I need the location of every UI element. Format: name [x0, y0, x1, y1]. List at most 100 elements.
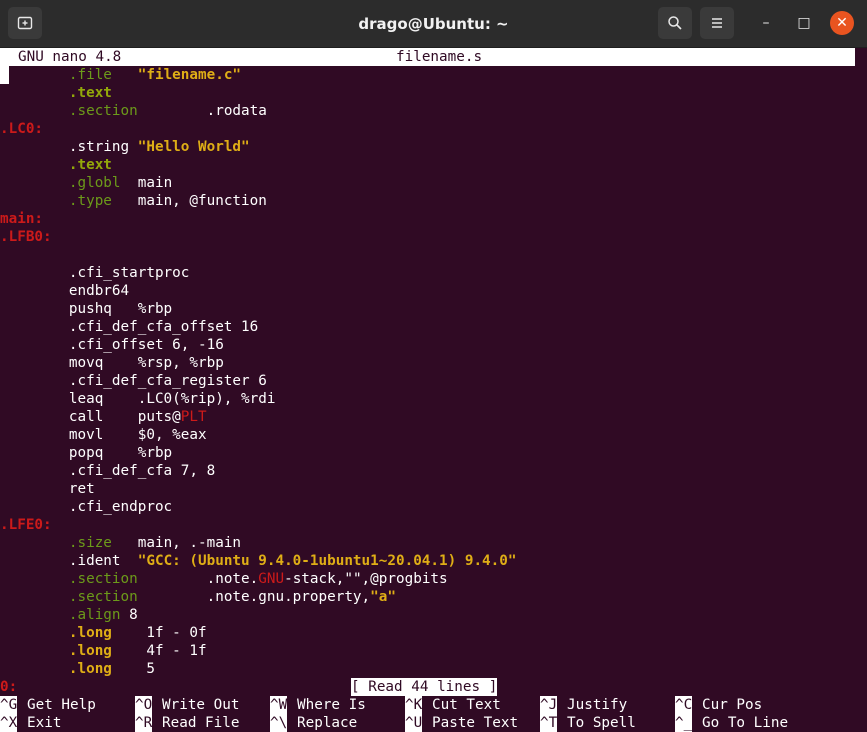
- shortcut-key: ^X: [0, 714, 18, 732]
- code-line: movl $0, %eax: [0, 426, 207, 444]
- code-token: call puts@: [68, 409, 181, 425]
- code-line: .string "Hello World": [0, 138, 250, 156]
- code-line: .long 4f - 1f: [0, 642, 207, 660]
- code-token: .type: [68, 193, 112, 209]
- shortcut-label: Where Is: [297, 697, 366, 713]
- shortcut-label: Get Help: [27, 697, 96, 713]
- code-line: .text: [0, 84, 112, 102]
- code-line: leaq .LC0(%rip), %rdi: [0, 390, 276, 408]
- code-line: movq %rsp, %rbp: [0, 354, 224, 372]
- shortcut-key: ^J: [540, 696, 558, 714]
- code-line: .section .note.gnu.property,"a": [0, 588, 396, 606]
- code-token: .note.: [137, 571, 259, 587]
- code-token: main: [120, 175, 173, 191]
- nano-filename: filename.s: [396, 49, 483, 65]
- shortcut-key: ^R: [135, 714, 153, 732]
- shortcut-label: Justify: [567, 697, 628, 713]
- shortcut-label: Go To Line: [702, 715, 789, 731]
- code-token: .cfi_startproc: [68, 265, 190, 281]
- shortcut-label: Write Out: [162, 697, 240, 713]
- minimize-button[interactable]: –: [754, 11, 778, 35]
- code-line: pushq %rbp: [0, 300, 172, 318]
- code-token: .long: [68, 661, 112, 677]
- code-line: .globl main: [0, 174, 172, 192]
- shortcut-label: Cut Text: [432, 697, 501, 713]
- code-token: main:: [0, 211, 44, 227]
- search-icon: [668, 16, 682, 30]
- code-token: popq %rbp: [68, 445, 173, 461]
- code-token: "Hello World": [137, 139, 250, 155]
- title-bar: drago@Ubuntu: ~ – □ ✕: [0, 0, 867, 48]
- code-line: .text: [0, 156, 112, 174]
- window-title: drago@Ubuntu: ~: [358, 14, 509, 33]
- shortcut-key: ^_: [675, 714, 693, 732]
- shortcut-key: ^G: [0, 696, 18, 714]
- code-line: .long 1f - 0f: [0, 624, 207, 642]
- code-token: .string: [68, 139, 138, 155]
- code-line: .cfi_def_cfa_register 6: [0, 372, 267, 390]
- code-token: PLT: [180, 409, 207, 425]
- code-token: 4f - 1f: [111, 643, 207, 659]
- code-token: 5: [111, 661, 155, 677]
- shortcut-label: Replace: [297, 715, 358, 731]
- code-token: .cfi_def_cfa_register 6: [68, 373, 267, 389]
- code-token: .text: [68, 157, 112, 173]
- code-line: .LC0:: [0, 120, 43, 138]
- code-token: ret: [68, 481, 95, 497]
- code-token: .long: [68, 625, 112, 641]
- shortcut-key: ^C: [675, 696, 693, 714]
- shortcut-key: ^T: [540, 714, 558, 732]
- code-token: 1f - 0f: [111, 625, 207, 641]
- code-token: .section: [68, 589, 138, 605]
- shortcut-key: ^\: [270, 714, 288, 732]
- code-token: .ident: [68, 553, 138, 569]
- code-token: main, @function: [111, 193, 267, 209]
- menu-button[interactable]: [700, 7, 734, 39]
- code-token: -stack,"",@progbits: [284, 571, 448, 587]
- search-button[interactable]: [658, 7, 692, 39]
- terminal-area[interactable]: GNU nano 4.8 filename.s .file "filename.…: [0, 48, 867, 732]
- code-token: "a": [370, 589, 396, 605]
- code-token: .long: [68, 643, 112, 659]
- code-token: movl $0, %eax: [68, 427, 207, 443]
- shortcut-label: Read File: [162, 715, 240, 731]
- shortcut-key: ^K: [405, 696, 423, 714]
- code-token: .cfi_def_cfa 7, 8: [68, 463, 216, 479]
- code-token: .cfi_endproc: [68, 499, 173, 515]
- code-line: .cfi_def_cfa_offset 16: [0, 318, 258, 336]
- code-line: .file "filename.c": [0, 66, 241, 84]
- shortcut-key: ^W: [270, 696, 288, 714]
- code-line: .cfi_offset 6, -16: [0, 336, 224, 354]
- shortcut-label: Paste Text: [432, 715, 519, 731]
- nano-version: GNU nano 4.8: [18, 49, 122, 65]
- code-token: "filename.c": [137, 67, 242, 83]
- maximize-button[interactable]: □: [792, 11, 816, 35]
- code-line: .cfi_endproc: [0, 498, 172, 516]
- code-token: GNU: [258, 571, 285, 587]
- code-token: .LFE0:: [0, 517, 52, 533]
- code-token: .cfi_def_cfa_offset 16: [68, 319, 259, 335]
- close-button[interactable]: ✕: [830, 11, 854, 35]
- code-token: 0:: [0, 679, 18, 695]
- code-token: .text: [68, 85, 112, 101]
- code-line: .LFB0:: [0, 228, 52, 246]
